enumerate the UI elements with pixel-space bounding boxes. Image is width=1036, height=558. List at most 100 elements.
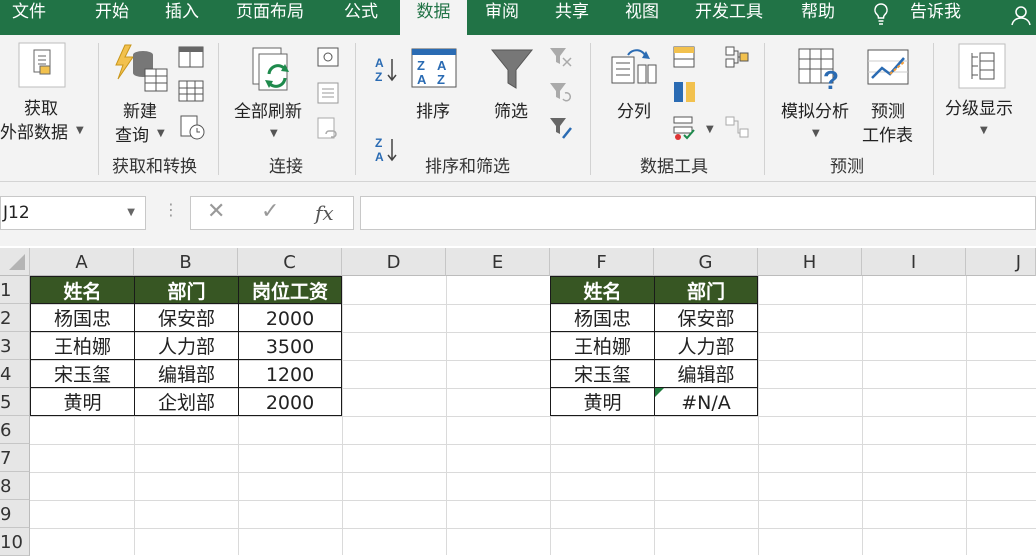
column-header-c[interactable]: C	[238, 248, 342, 276]
remove-duplicates-icon[interactable]	[672, 80, 698, 106]
sort-label: 排序	[416, 102, 450, 122]
tab-developer[interactable]: 开发工具	[695, 0, 763, 35]
cell-g5[interactable]: #N/A	[654, 387, 758, 416]
column-header-a[interactable]: A	[30, 248, 134, 276]
recent-sources-icon[interactable]	[180, 115, 206, 141]
cell-f5[interactable]: 黄明	[550, 387, 655, 416]
column-header-d[interactable]: D	[342, 248, 446, 276]
column-header-f[interactable]: F	[550, 248, 654, 276]
cell-a1[interactable]: 姓名	[30, 276, 135, 304]
cell-b3[interactable]: 人力部	[134, 331, 239, 360]
svg-text:A: A	[437, 58, 447, 73]
cell-g4[interactable]: 编辑部	[654, 359, 758, 388]
properties-icon[interactable]	[316, 81, 340, 105]
cell-f4[interactable]: 宋玉玺	[550, 359, 655, 388]
row-header-3[interactable]: 3	[0, 332, 30, 360]
tab-page-layout[interactable]: 页面布局	[236, 0, 304, 35]
cell-b4[interactable]: 编辑部	[134, 359, 239, 388]
row-header-4[interactable]: 4	[0, 360, 30, 388]
cell-f2[interactable]: 杨国忠	[550, 303, 655, 332]
cell-g1[interactable]: 部门	[654, 276, 758, 304]
cell-f3[interactable]: 王柏娜	[550, 331, 655, 360]
filter-label: 筛选	[494, 102, 528, 122]
select-all-icon	[8, 254, 25, 270]
cell-a3[interactable]: 王柏娜	[30, 331, 135, 360]
column-header-b[interactable]: B	[134, 248, 238, 276]
cell-c2[interactable]: 2000	[238, 303, 342, 332]
row-header-1[interactable]: 1	[0, 276, 30, 304]
insert-function-icon[interactable]: fx	[315, 201, 334, 225]
chevron-down-icon: ▼	[812, 128, 820, 139]
text-to-columns-icon	[611, 49, 657, 84]
cell-g3[interactable]: 人力部	[654, 331, 758, 360]
clear-filter-icon[interactable]	[549, 46, 573, 70]
column-header-j[interactable]: J	[966, 248, 1036, 276]
column-header-h[interactable]: H	[758, 248, 862, 276]
consolidate-icon[interactable]	[724, 45, 750, 71]
tab-formulas[interactable]: 公式	[344, 0, 378, 35]
group-separator	[355, 43, 356, 175]
flash-fill-icon[interactable]	[672, 45, 698, 71]
cell-a5[interactable]: 黄明	[30, 387, 135, 416]
chevron-down-icon: ▼	[157, 128, 165, 139]
svg-text:Z: Z	[417, 58, 425, 73]
tab-home[interactable]: 开始	[95, 0, 129, 35]
worksheet-grid[interactable]: A B C D E F G H I J 1 2 3 4 5 6 7 8 9 10…	[0, 248, 1036, 556]
tab-insert[interactable]: 插入	[165, 0, 199, 35]
cancel-icon[interactable]: ✕	[207, 199, 225, 224]
data-validation-icon[interactable]	[672, 115, 698, 141]
tab-share[interactable]: 共享	[555, 0, 589, 35]
select-all-corner[interactable]	[0, 248, 30, 276]
tab-data[interactable]: 数据	[400, 0, 467, 35]
drag-handle-icon[interactable]: ⋮	[163, 200, 179, 219]
reapply-filter-icon[interactable]	[549, 81, 573, 105]
connections-icon[interactable]	[316, 46, 340, 70]
tab-file[interactable]: 文件	[12, 0, 46, 35]
row-header-6[interactable]: 6	[0, 416, 30, 444]
cell-b5[interactable]: 企划部	[134, 387, 239, 416]
formula-input[interactable]	[360, 196, 1036, 230]
row-header-5[interactable]: 5	[0, 388, 30, 416]
cell-f1[interactable]: 姓名	[550, 276, 655, 304]
cell-c4[interactable]: 1200	[238, 359, 342, 388]
cell-c1[interactable]: 岗位工资	[238, 276, 342, 304]
cell-a2[interactable]: 杨国忠	[30, 303, 135, 332]
cell-g2[interactable]: 保安部	[654, 303, 758, 332]
cell-b2[interactable]: 保安部	[134, 303, 239, 332]
row-header-2[interactable]: 2	[0, 304, 30, 332]
name-box[interactable]: J12 ▼	[0, 196, 146, 230]
svg-text:A: A	[417, 72, 427, 87]
tell-me-search[interactable]: 告诉我	[910, 0, 961, 35]
column-header-g[interactable]: G	[654, 248, 758, 276]
tab-view[interactable]: 视图	[625, 0, 659, 35]
group-label-forecast: 预测	[830, 157, 864, 177]
row-header-9[interactable]: 9	[0, 500, 30, 528]
sort-z-to-a-icon[interactable]: Z A	[373, 135, 399, 165]
from-table-icon[interactable]	[178, 80, 204, 104]
cell-c5[interactable]: 2000	[238, 387, 342, 416]
row-header-8[interactable]: 8	[0, 472, 30, 500]
enter-icon[interactable]: ✓	[261, 199, 279, 224]
column-header-e[interactable]: E	[446, 248, 550, 276]
chevron-down-icon[interactable]: ▼	[127, 207, 135, 218]
cell-a4[interactable]: 宋玉玺	[30, 359, 135, 388]
cell-c3[interactable]: 3500	[238, 331, 342, 360]
column-header-i[interactable]: I	[862, 248, 966, 276]
new-query-label-2: 查询	[115, 126, 149, 146]
sort-a-to-z-icon[interactable]: A Z	[373, 55, 399, 85]
edit-links-icon[interactable]	[316, 116, 340, 142]
row-header-7[interactable]: 7	[0, 444, 30, 472]
name-box-value: J12	[3, 203, 30, 223]
row-header-10[interactable]: 10	[0, 528, 30, 556]
refresh-icon	[252, 47, 289, 91]
show-queries-icon[interactable]	[178, 46, 204, 70]
cell-b1[interactable]: 部门	[134, 276, 239, 304]
tab-help[interactable]: 帮助	[801, 0, 835, 35]
error-indicator-icon[interactable]	[655, 388, 665, 398]
forecast-sheet-icon	[867, 49, 909, 85]
advanced-filter-icon[interactable]	[549, 116, 573, 142]
group-separator	[764, 43, 765, 175]
user-account-icon[interactable]	[1010, 4, 1032, 26]
relationships-icon[interactable]	[724, 115, 750, 141]
tab-review[interactable]: 审阅	[485, 0, 519, 35]
